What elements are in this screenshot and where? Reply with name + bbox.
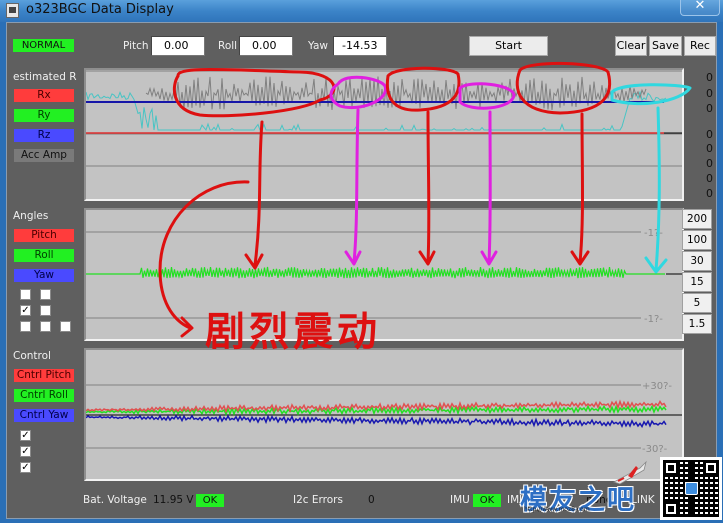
imu-label: IMU <box>450 494 470 506</box>
angles-checkbox[interactable] <box>40 305 51 316</box>
estimated-r-chart <box>86 70 682 167</box>
control-checkbox[interactable]: ✓ <box>20 446 31 457</box>
ytick-label: +30?- <box>642 381 672 392</box>
qr-logo-icon <box>685 482 698 495</box>
control-checkbox[interactable]: ✓ <box>20 430 31 441</box>
close-button[interactable]: ✕ <box>680 0 720 16</box>
ytick-label: -1?- <box>644 228 663 239</box>
ytick-label: -1?- <box>644 314 663 325</box>
series-acc-amp-line <box>145 76 647 110</box>
close-icon: ✕ <box>694 0 706 13</box>
legend-roll[interactable]: Roll <box>14 249 74 262</box>
site-watermark: 模友之吧 http://www.moz8.com <box>520 478 660 518</box>
yaw-field[interactable]: -14.53 <box>333 36 387 56</box>
legend-cntrl-pitch[interactable]: Cntrl Pitch <box>14 369 74 382</box>
legend-cntrl-roll[interactable]: Cntrl Roll <box>14 389 74 402</box>
scale-button-100[interactable]: 100 <box>682 230 712 250</box>
estimated-r-plot <box>84 68 684 201</box>
legend-ry[interactable]: Ry <box>14 109 74 122</box>
series-roll-line <box>86 266 665 279</box>
angles-chart: -1?- -1?- <box>86 228 682 325</box>
angles-checkbox[interactable] <box>40 321 51 332</box>
control-plot: +30?- -30?- <box>84 348 684 481</box>
qr-code <box>660 457 722 520</box>
save-button[interactable]: Save <box>649 36 682 56</box>
status-badge: NORMAL <box>13 39 74 52</box>
roll-field[interactable]: 0.00 <box>239 36 293 56</box>
angles-checkbox[interactable]: ✓ <box>20 305 31 316</box>
yaw-label: Yaw <box>308 40 328 52</box>
plot1-value: 0 <box>706 87 713 100</box>
scale-button-15[interactable]: 15 <box>682 272 712 292</box>
pitch-field[interactable]: 0.00 <box>151 36 205 56</box>
legend-cntrl-yaw[interactable]: Cntrl Yaw <box>14 409 74 422</box>
plot1-value: 0 <box>706 128 713 141</box>
angles-checkbox[interactable] <box>40 289 51 300</box>
plot1-value: 0 <box>706 102 713 115</box>
series-cntrl-yaw-line <box>86 414 667 429</box>
plot1-value: 0 <box>706 157 713 170</box>
legend-pitch[interactable]: Pitch <box>14 229 74 242</box>
legend-rx[interactable]: Rx <box>14 89 74 102</box>
app-window: o323BGC Data Display ✕ NORMAL Pitch 0.00… <box>0 0 723 523</box>
imu-status-badge: OK <box>473 494 501 507</box>
scale-button-30[interactable]: 30 <box>682 251 712 271</box>
angles-checkbox[interactable] <box>60 321 71 332</box>
ytick-label: -30?- <box>642 444 668 455</box>
app-icon <box>6 3 19 18</box>
angles-checkbox[interactable] <box>20 321 31 332</box>
scale-button-5[interactable]: 5 <box>682 293 712 313</box>
plot1-value: 0 <box>706 142 713 155</box>
i2c-errors-label: I2c Errors <box>293 494 343 506</box>
angles-title: Angles <box>13 210 49 222</box>
legend-yaw[interactable]: Yaw <box>14 269 74 282</box>
control-chart: +30?- -30?- <box>86 381 682 455</box>
watermark-url: http://www.moz8.com <box>524 506 590 513</box>
battery-voltage-value: 11.95 V <box>153 494 194 506</box>
battery-status-badge: OK <box>196 494 224 507</box>
scale-button-200[interactable]: 200 <box>682 209 712 229</box>
battery-voltage-label: Bat. Voltage <box>83 494 147 506</box>
legend-acc-amp[interactable]: Acc Amp <box>14 149 74 162</box>
clear-button[interactable]: Clear <box>615 36 647 56</box>
window-title: o323BGC Data Display <box>26 2 174 17</box>
legend-rz[interactable]: Rz <box>14 129 74 142</box>
plot1-value: 0 <box>706 187 713 200</box>
plot1-value: 0 <box>706 172 713 185</box>
rec-button[interactable]: Rec <box>684 36 716 56</box>
angles-plot: -1?- -1?- <box>84 208 684 341</box>
title-bar: o323BGC Data Display ✕ <box>0 0 723 22</box>
i2c-errors-value: 0 <box>368 494 375 506</box>
roll-label: Roll <box>218 40 238 52</box>
pitch-label: Pitch <box>123 40 149 52</box>
angles-checkbox[interactable] <box>20 289 31 300</box>
estimated-r-title: estimated R <box>13 71 77 83</box>
control-checkbox[interactable]: ✓ <box>20 462 31 473</box>
scale-button-1-5[interactable]: 1.5 <box>682 314 712 334</box>
control-title: Control <box>13 350 51 362</box>
plot1-value: 0 <box>706 71 713 84</box>
start-button[interactable]: Start <box>469 36 548 56</box>
